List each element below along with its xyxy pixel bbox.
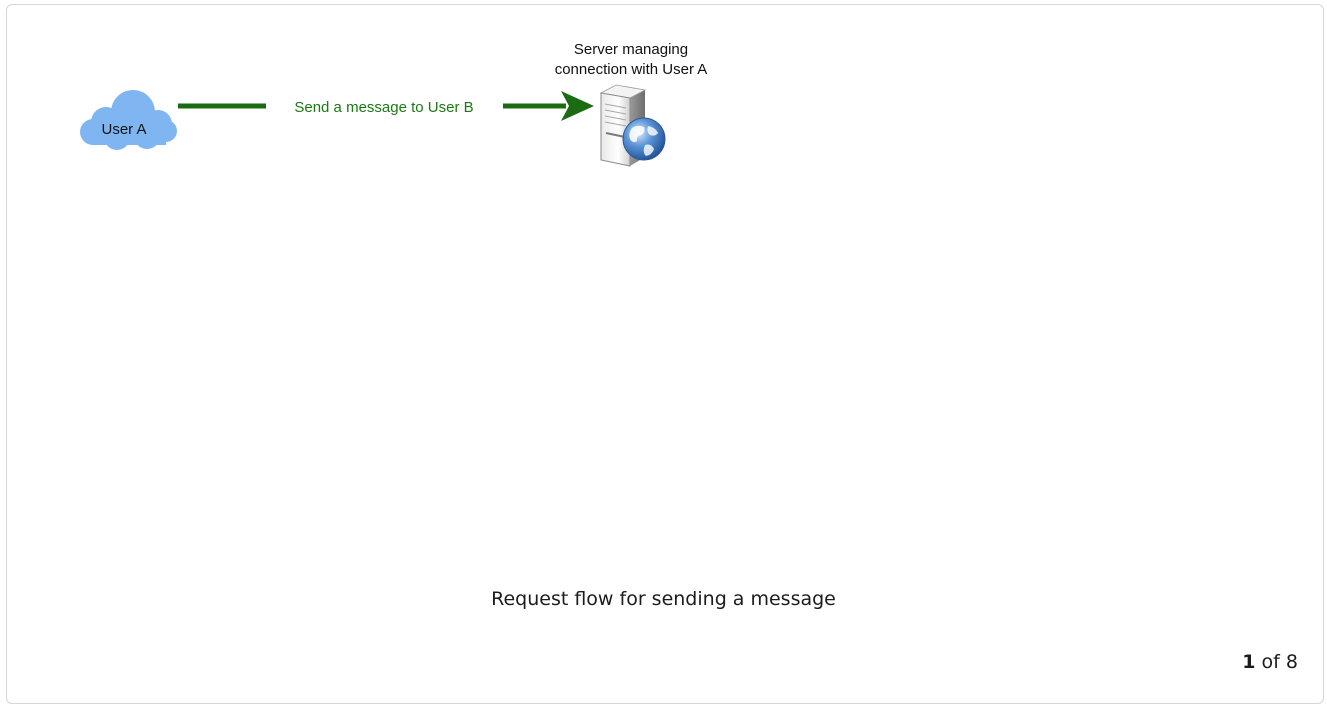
web-server-icon (599, 84, 666, 167)
user-a-label: User A (101, 121, 146, 138)
edge-label: Send a message to User B (294, 99, 473, 116)
slide-caption: Request flow for sending a message (491, 588, 836, 610)
slide-counter: 1 of 8 (1242, 651, 1298, 673)
server-label-line1: Server managing (574, 41, 688, 58)
of-word: of (1261, 651, 1280, 673)
current-slide-number: 1 (1242, 651, 1256, 673)
server-label-line2: connection with User A (555, 61, 708, 78)
user-a-cloud: User A (80, 90, 177, 150)
total-slides-number: 8 (1285, 651, 1298, 673)
